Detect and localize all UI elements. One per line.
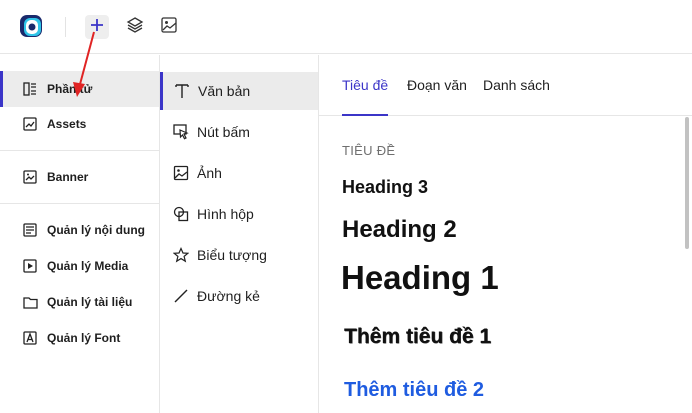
text-presets-panel: Tiêu đề Đoạn văn Danh sách TIÊU ĐỀ Headi…: [319, 55, 692, 413]
sidebar-item-font-management[interactable]: Quản lý Font: [0, 320, 159, 356]
image-icon: [160, 16, 178, 39]
layers-icon: [126, 16, 144, 39]
annotation-arrow: [73, 31, 95, 97]
panel-scrollbar[interactable]: [685, 117, 689, 249]
sidebar-item-label: Assets: [47, 117, 87, 131]
element-item-line[interactable]: Đường kẻ: [160, 277, 318, 315]
sidebar-item-banner[interactable]: Banner: [0, 159, 159, 195]
element-type-list: Văn bản Nút bấm Ảnh Hình hộp Biểu tượng …: [160, 55, 319, 413]
banner-icon: [22, 169, 38, 185]
main-sidebar: Phần tử Assets Banner Quản lý nội dung Q…: [0, 55, 160, 413]
text-type-tabs: Tiêu đề Đoạn văn Danh sách: [319, 55, 692, 116]
content-icon: [22, 222, 38, 238]
element-item-image[interactable]: Ảnh: [160, 154, 318, 192]
heading-3-preset[interactable]: Heading 3: [342, 177, 428, 198]
sidebar-item-label: Quản lý Media: [47, 259, 129, 273]
sidebar-divider: [0, 203, 159, 204]
sidebar-item-document-management[interactable]: Quản lý tài liệu: [0, 284, 159, 320]
add-heading-2-preset[interactable]: Thêm tiêu đề 2: [344, 379, 484, 402]
shapes-icon: [172, 205, 190, 223]
element-item-label: Biểu tượng: [197, 247, 267, 263]
element-item-label: Ảnh: [197, 165, 222, 181]
element-item-text[interactable]: Văn bản: [160, 72, 318, 110]
sidebar-item-label: Quản lý Font: [47, 331, 121, 345]
top-toolbar: [0, 0, 692, 54]
element-item-icon[interactable]: Biểu tượng: [160, 236, 318, 274]
heading-2-preset[interactable]: Heading 2: [342, 216, 457, 244]
line-icon: [172, 287, 190, 305]
assets-icon: [22, 116, 38, 132]
cursor-icon: [172, 123, 190, 141]
tab-paragraphs[interactable]: Đoạn văn: [407, 77, 467, 116]
star-icon: [172, 246, 190, 264]
layers-button[interactable]: [123, 15, 147, 39]
image-library-button[interactable]: [157, 15, 181, 39]
image-icon: [172, 164, 190, 182]
element-item-label: Văn bản: [198, 83, 251, 99]
element-item-shape[interactable]: Hình hộp: [160, 195, 318, 233]
font-icon: [22, 330, 38, 346]
section-label: TIÊU ĐỀ: [342, 143, 396, 158]
sidebar-item-assets[interactable]: Assets: [0, 106, 159, 142]
media-icon: [22, 258, 38, 274]
sidebar-item-media-management[interactable]: Quản lý Media: [0, 248, 159, 284]
app-logo[interactable]: [18, 13, 46, 41]
tab-headings[interactable]: Tiêu đề: [342, 77, 389, 116]
folder-icon: [22, 294, 38, 310]
element-item-button[interactable]: Nút bấm: [160, 113, 318, 151]
add-heading-1-preset[interactable]: Thêm tiêu đề 1: [344, 325, 491, 349]
element-item-label: Nút bấm: [197, 124, 250, 140]
element-item-label: Đường kẻ: [197, 288, 260, 304]
heading-1-preset[interactable]: Heading 1: [341, 259, 499, 297]
sidebar-item-content-management[interactable]: Quản lý nội dung: [0, 212, 159, 248]
sidebar-item-label: Banner: [47, 170, 89, 184]
sidebar-item-label: Quản lý tài liệu: [47, 295, 133, 309]
sidebar-item-label: Quản lý nội dung: [47, 223, 145, 237]
text-icon: [173, 82, 191, 100]
sidebar-divider: [0, 150, 159, 151]
element-item-label: Hình hộp: [197, 206, 254, 222]
tab-lists[interactable]: Danh sách: [483, 77, 550, 116]
elements-icon: [22, 81, 38, 97]
